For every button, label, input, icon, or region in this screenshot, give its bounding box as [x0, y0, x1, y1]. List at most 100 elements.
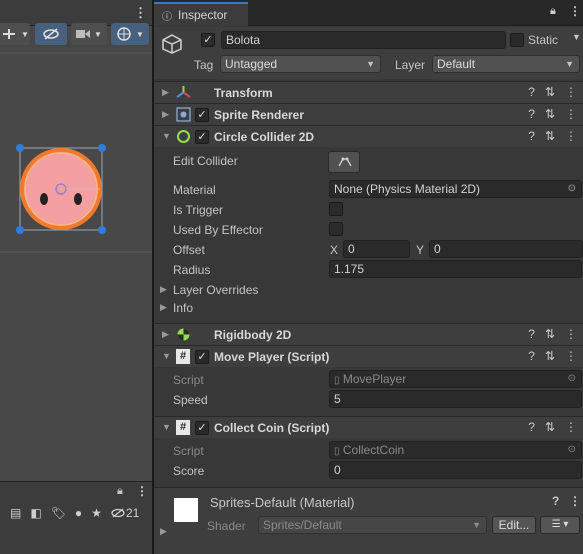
- circle-collider-body: Edit Collider Material None (Physics Mat…: [154, 147, 583, 321]
- shader-options-button[interactable]: ☰ ▾: [540, 516, 580, 534]
- enabled-checkbox[interactable]: ✓: [195, 350, 209, 364]
- component-collect-coin[interactable]: ▼ # ✓ Collect Coin (Script) ? ⇅ ⋮: [154, 416, 583, 438]
- asset-icon[interactable]: ▤: [10, 506, 21, 520]
- object-name-field[interactable]: Bolota: [221, 31, 506, 49]
- shader-dropdown[interactable]: Sprites/Default ▼: [258, 516, 487, 534]
- kebab-menu-icon[interactable]: ⋮: [565, 129, 577, 143]
- help-icon[interactable]: ?: [528, 349, 535, 363]
- fold-arrow-open-icon[interactable]: ▼: [162, 351, 171, 361]
- script-label: Script: [173, 373, 204, 387]
- radius-label: Radius: [173, 263, 211, 277]
- rigidbody-icon: [177, 328, 190, 341]
- preset-icon[interactable]: ⇅: [545, 420, 555, 434]
- is-trigger-label: Is Trigger: [173, 203, 224, 217]
- component-title: Transform: [214, 86, 273, 100]
- favorite-icon[interactable]: ★: [91, 506, 102, 520]
- resize-handle-tr: [98, 144, 106, 152]
- enabled-checkbox[interactable]: ✓: [195, 108, 209, 122]
- layer-overrides-label[interactable]: Layer Overrides: [173, 283, 258, 297]
- camera-button[interactable]: ▼: [71, 23, 107, 45]
- error-icon[interactable]: ●: [75, 506, 82, 520]
- static-checkbox[interactable]: [510, 33, 524, 47]
- help-icon[interactable]: ?: [528, 420, 535, 434]
- kebab-menu-icon[interactable]: ⋮: [565, 420, 577, 434]
- script-icon: #: [176, 349, 190, 364]
- move-player-body: Script ▯ MovePlayer ⊙ Speed 5: [154, 367, 583, 415]
- lock-icon[interactable]: 🔒︎: [117, 485, 123, 498]
- is-trigger-checkbox[interactable]: [329, 202, 343, 216]
- object-header: ✓ Bolota Static ▼ Tag Untagged ▼ Layer De…: [154, 27, 583, 79]
- fold-arrow-icon[interactable]: ▶: [160, 284, 167, 295]
- component-sprite-renderer[interactable]: ▶ ✓ Sprite Renderer ? ⇅ ⋮: [154, 103, 583, 125]
- move-tool-icon: [3, 29, 16, 39]
- object-picker-icon[interactable]: ⊙: [568, 181, 576, 197]
- layer-dropdown[interactable]: Default ▼: [432, 55, 580, 73]
- radius-field[interactable]: 1.175: [329, 260, 582, 278]
- filter-toolbar: ▤ ◧ 🏷︎ ● ★ 21: [0, 502, 152, 524]
- kebab-menu-icon[interactable]: ⋮: [565, 107, 577, 121]
- info-label[interactable]: Info: [173, 301, 193, 315]
- scene-canvas[interactable]: [0, 47, 152, 481]
- preset-icon[interactable]: ⇅: [545, 85, 555, 99]
- transform-icon: [176, 86, 191, 98]
- chevron-down-icon: ▼: [366, 59, 375, 69]
- kebab-menu-icon[interactable]: ⋮: [565, 349, 577, 363]
- gizmo-button[interactable]: ▼: [111, 23, 149, 45]
- label-icon[interactable]: 🏷︎: [51, 506, 66, 520]
- shader-edit-button[interactable]: Edit...: [492, 516, 536, 534]
- chevron-down-icon: ▼: [565, 59, 574, 69]
- kebab-menu-icon[interactable]: ⋮: [565, 85, 577, 99]
- offset-x-field[interactable]: 0: [343, 240, 410, 258]
- component-transform[interactable]: ▶ Transform ? ⇅ ⋮: [154, 81, 583, 103]
- fold-arrow-open-icon[interactable]: ▼: [162, 422, 171, 432]
- kebab-menu-icon[interactable]: ⋮: [569, 494, 581, 508]
- preset-icon[interactable]: ⇅: [545, 107, 555, 121]
- static-dropdown-icon[interactable]: ▼: [572, 32, 581, 42]
- project-panel-bar: 🔒︎ ⋮ ▤ ◧ 🏷︎ ● ★ 21: [0, 481, 152, 554]
- tab-inspector[interactable]: ⓘ Inspector: [154, 2, 248, 26]
- fold-arrow-icon[interactable]: ▶: [162, 87, 169, 98]
- component-rigidbody[interactable]: ▶ Rigidbody 2D ? ⇅ ⋮: [154, 323, 583, 345]
- kebab-menu-icon[interactable]: ⋮: [134, 5, 147, 21]
- help-icon[interactable]: ?: [552, 494, 559, 508]
- visibility-icon: [43, 28, 59, 40]
- score-field[interactable]: 0: [329, 461, 582, 479]
- lock-icon[interactable]: 🔒︎: [550, 5, 556, 18]
- offset-label: Offset: [173, 243, 205, 257]
- collect-coin-body: Script ▯ CollectCoin ⊙ Score 0: [154, 438, 583, 486]
- preset-icon[interactable]: ⇅: [545, 327, 555, 341]
- kebab-menu-icon[interactable]: ⋮: [569, 4, 581, 18]
- preset-icon[interactable]: ⇅: [545, 349, 555, 363]
- help-icon[interactable]: ?: [528, 107, 535, 121]
- fold-arrow-icon[interactable]: ▶: [160, 526, 167, 537]
- offset-y-field[interactable]: 0: [429, 240, 583, 258]
- enabled-checkbox[interactable]: ✓: [195, 421, 209, 435]
- tag-label: Tag: [194, 58, 214, 72]
- component-move-player[interactable]: ▼ # ✓ Move Player (Script) ? ⇅ ⋮: [154, 345, 583, 367]
- fold-arrow-icon[interactable]: ▶: [162, 109, 169, 120]
- fold-arrow-icon[interactable]: ▶: [162, 329, 169, 340]
- material-field[interactable]: None (Physics Material 2D) ⊙: [329, 180, 582, 198]
- tag-dropdown[interactable]: Untagged ▼: [220, 55, 381, 73]
- help-icon[interactable]: ?: [528, 129, 535, 143]
- help-icon[interactable]: ?: [528, 85, 535, 99]
- scene-viewport[interactable]: [0, 47, 152, 481]
- used-by-effector-checkbox[interactable]: [329, 222, 343, 236]
- edit-collider-icon: [338, 157, 352, 167]
- fold-arrow-icon[interactable]: ▶: [160, 302, 167, 313]
- resize-handle-tl: [16, 144, 24, 152]
- edit-collider-button[interactable]: [328, 151, 360, 173]
- move-tool-button[interactable]: ▼: [0, 23, 30, 45]
- hidden-count[interactable]: 21: [111, 506, 139, 520]
- type-filter-icon[interactable]: ◧: [30, 506, 41, 520]
- visibility-toggle[interactable]: [35, 23, 67, 45]
- speed-field[interactable]: 5: [329, 390, 582, 408]
- enabled-checkbox[interactable]: ✓: [195, 130, 209, 144]
- help-icon[interactable]: ?: [528, 327, 535, 341]
- preset-icon[interactable]: ⇅: [545, 129, 555, 143]
- fold-arrow-open-icon[interactable]: ▼: [162, 131, 171, 141]
- active-checkbox[interactable]: ✓: [201, 33, 215, 47]
- kebab-menu-icon[interactable]: ⋮: [565, 327, 577, 341]
- kebab-menu-icon[interactable]: ⋮: [136, 484, 148, 498]
- component-circle-collider[interactable]: ▼ ✓ Circle Collider 2D ? ⇅ ⋮: [154, 125, 583, 147]
